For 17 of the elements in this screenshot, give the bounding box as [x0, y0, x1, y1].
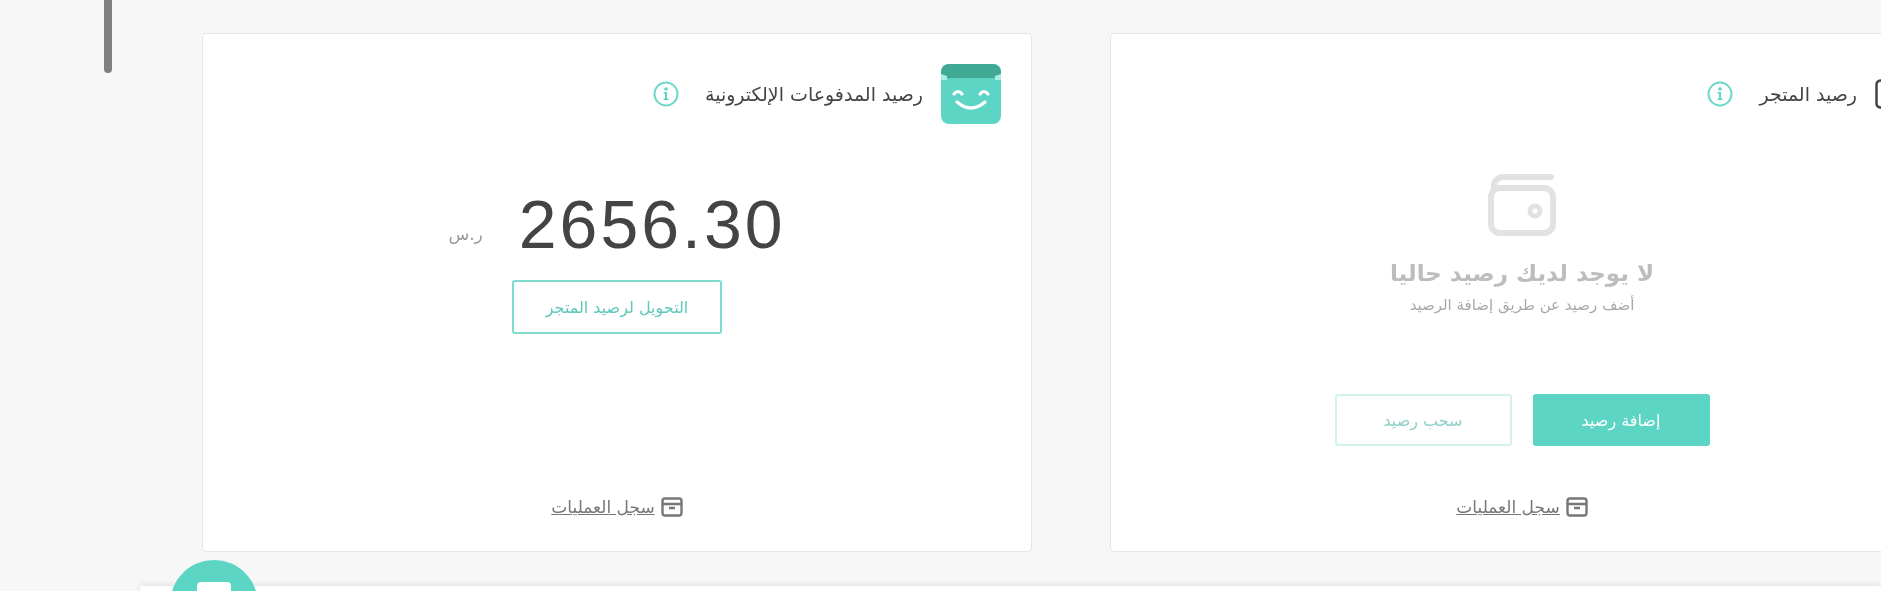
history-link[interactable]: سجل العمليات	[551, 497, 655, 517]
empty-title: لا يوجد لديك رصيد حاليا	[1389, 260, 1655, 286]
empty-subtitle: أضف رصيد عن طريق إضافة الرصيد	[1409, 296, 1635, 314]
transfer-button[interactable]: التحويل لرصيد المتجر	[512, 280, 722, 334]
archive-icon	[660, 497, 683, 517]
currency-label: ر.س	[448, 224, 483, 244]
archive-icon	[1565, 497, 1588, 517]
history-link[interactable]: سجل العمليات	[1456, 497, 1560, 517]
card-title: رصيد المتجر	[1759, 83, 1857, 105]
card-title: رصيد المدفوعات الإلكترونية	[704, 83, 923, 105]
smiley-icon	[941, 64, 1001, 124]
info-icon[interactable]	[652, 81, 679, 107]
wallet-icon	[1488, 174, 1556, 236]
balance-amount: 2656.30	[518, 190, 786, 258]
add-balance-button[interactable]: إضافة رصيد	[1532, 394, 1710, 446]
info-icon[interactable]	[1707, 81, 1734, 107]
scroll-bar[interactable]	[104, 0, 112, 73]
